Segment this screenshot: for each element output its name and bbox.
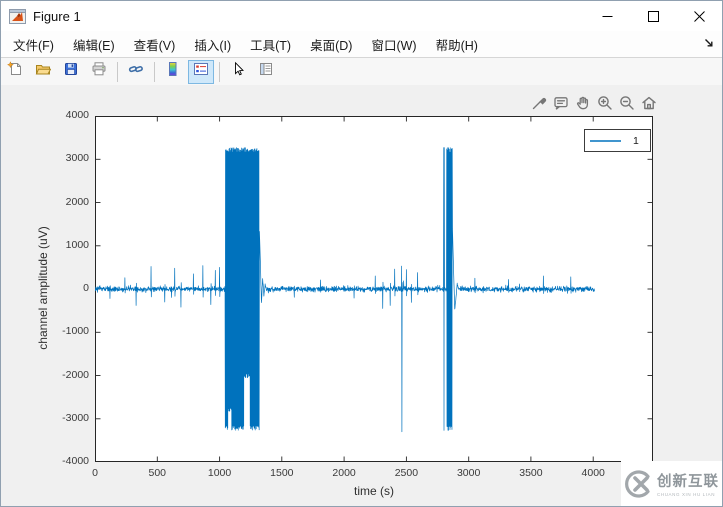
watermark-logo-icon: [625, 469, 650, 498]
legend[interactable]: 1: [584, 129, 651, 152]
dock-figure-icon[interactable]: [702, 36, 716, 50]
property-editor-button[interactable]: [253, 60, 279, 84]
legend-entry-label: 1: [633, 134, 639, 147]
x-tick-label: 3000: [456, 467, 481, 479]
x-tick-label: 3500: [519, 467, 543, 479]
menu-item-view[interactable]: 查看(V): [126, 31, 184, 58]
insert-legend-icon: [193, 61, 209, 82]
print-figure-icon: [91, 61, 107, 82]
menu-item-help[interactable]: 帮助(H): [428, 31, 486, 58]
pan-button[interactable]: [573, 95, 593, 115]
datatips-button[interactable]: [551, 95, 571, 115]
menu-item-desktop[interactable]: 桌面(D): [302, 31, 360, 58]
x-tick-label: 0: [92, 467, 98, 479]
insert-colorbar-icon: [165, 61, 181, 82]
figure-canvas: time (s) channel amplitude (uV) 1 创新互联 C…: [1, 85, 722, 506]
toolbar-separator: [219, 61, 220, 82]
menu-item-edit[interactable]: 编辑(E): [65, 31, 123, 58]
x-tick-label: 500: [148, 467, 167, 479]
link-plot-icon: [128, 61, 144, 82]
save-figure-icon: [63, 61, 79, 82]
zoom-in-button[interactable]: [595, 95, 615, 115]
link-plot-button[interactable]: [123, 60, 149, 84]
menu-item-file[interactable]: 文件(F): [5, 31, 62, 58]
new-figure-icon: [6, 61, 23, 82]
new-figure-button[interactable]: [2, 60, 28, 84]
menu-item-insert[interactable]: 插入(I): [186, 31, 239, 58]
toolbar-separator: [154, 61, 155, 82]
restore-view-icon: [640, 94, 658, 117]
plot-canvas[interactable]: [95, 116, 653, 462]
y-tick-label: 1000: [65, 238, 89, 251]
watermark-caption: CHUANG XIN HU LIAN: [657, 492, 716, 497]
zoom-out-icon: [618, 94, 636, 117]
edit-plot-icon: [230, 61, 246, 82]
brush-icon: [530, 94, 548, 117]
menu-item-window[interactable]: 窗口(W): [363, 31, 424, 58]
insert-legend-button[interactable]: [188, 59, 214, 84]
minimize-button[interactable]: [584, 1, 630, 31]
x-tick-label: 1000: [207, 467, 232, 479]
axes-toolbar: [529, 95, 659, 115]
x-tick-label: 1500: [270, 467, 294, 479]
save-figure-button[interactable]: [58, 60, 84, 84]
pan-icon: [574, 94, 592, 117]
menu-bar: 文件(F) 编辑(E) 查看(V) 插入(I) 工具(T) 桌面(D) 窗口(W) 帮助(H): [1, 31, 722, 58]
maximize-button[interactable]: [630, 1, 676, 31]
y-tick-label: 3000: [65, 152, 89, 165]
datatips-icon: [552, 94, 570, 117]
close-button[interactable]: [676, 1, 722, 31]
menu-item-tools[interactable]: 工具(T): [242, 31, 299, 58]
figure-window: Figure 1 文件(F) 编辑(E) 查看(V) 插入(I) 工具(T) 桌面(D) 窗…: [0, 0, 723, 507]
legend-line-sample: [590, 139, 621, 142]
matlab-figure-icon: [9, 8, 26, 24]
print-figure-button[interactable]: [86, 60, 112, 84]
y-tick-label: 4000: [65, 109, 89, 121]
zoom-out-button[interactable]: [617, 95, 637, 115]
zoom-in-icon: [596, 94, 614, 117]
x-tick-label: 2500: [394, 467, 419, 479]
watermark-name: 创新互联: [657, 474, 719, 490]
open-file-button[interactable]: [30, 60, 56, 84]
open-file-icon: [35, 61, 52, 82]
y-tick-label: -4000: [62, 455, 89, 467]
y-tick-label: -1000: [62, 325, 89, 338]
window-title: Figure 1: [33, 8, 81, 24]
window-controls: [584, 1, 722, 31]
title-bar: Figure 1: [1, 1, 722, 31]
signal-path: [95, 147, 595, 433]
y-tick-label: 0: [83, 282, 89, 294]
watermark: 创新互联 CHUANG XIN HU LIAN: [621, 461, 722, 506]
x-tick-label: 4000: [581, 467, 605, 479]
y-tick-label: -2000: [62, 368, 89, 381]
insert-colorbar-button[interactable]: [160, 60, 186, 84]
toolbar: [1, 58, 722, 86]
x-tick-label: 2000: [332, 467, 356, 479]
y-tick-label: 2000: [65, 195, 89, 208]
y-tick-label: -3000: [62, 411, 89, 424]
brush-button[interactable]: [529, 95, 549, 115]
x-axis-label: time (s): [354, 484, 394, 498]
property-editor-icon: [258, 61, 274, 82]
toolbar-separator: [117, 61, 118, 82]
restore-view-button[interactable]: [639, 95, 659, 115]
edit-plot-button[interactable]: [225, 60, 251, 84]
